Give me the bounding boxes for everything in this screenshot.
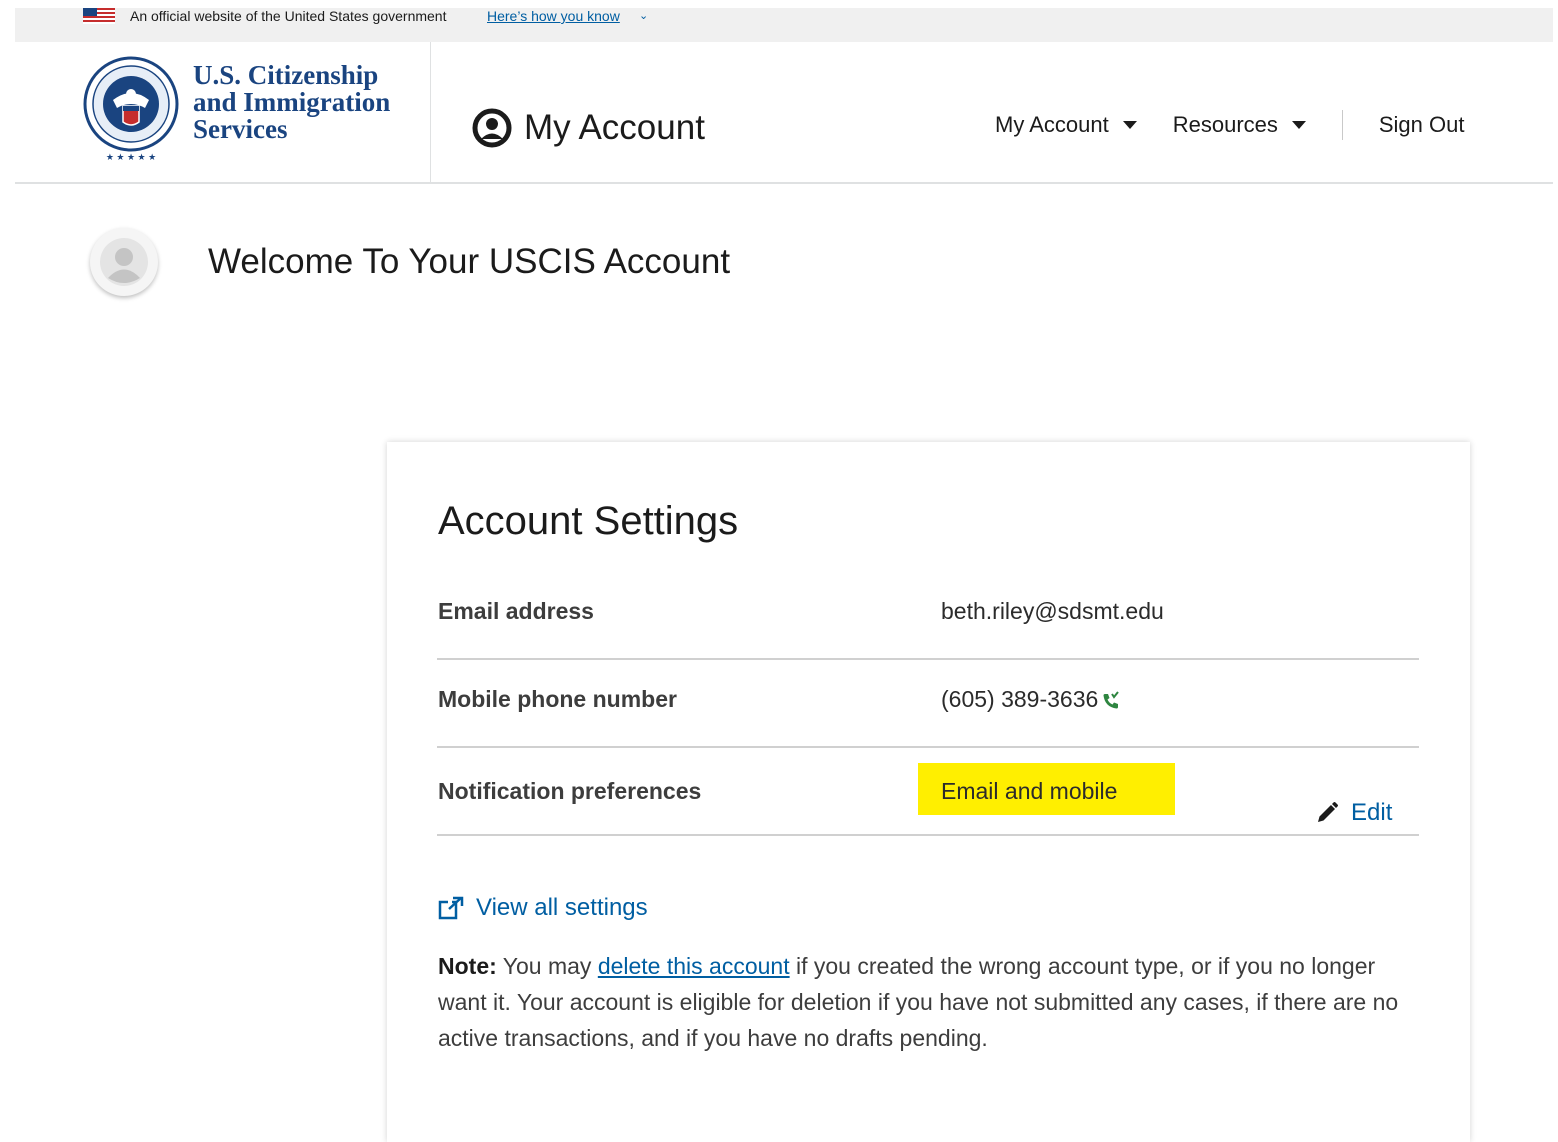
- phone-verified-icon: [1103, 691, 1120, 709]
- nav-separator: [1341, 110, 1343, 140]
- gov-banner-text: An official website of the United States…: [130, 8, 447, 24]
- email-row: Email address beth.riley@sdsmt.edu: [437, 572, 1419, 660]
- sign-out-label: Sign Out: [1378, 112, 1465, 137]
- note-pre: You may: [496, 953, 598, 979]
- email-label: Email address: [438, 598, 594, 624]
- avatar: [90, 228, 158, 296]
- us-flag-icon: [83, 8, 115, 24]
- account-settings-card: Account Settings Email address beth.rile…: [387, 442, 1470, 1142]
- agency-name-line1: U.S. Citizenship: [193, 60, 379, 90]
- phone-label: Mobile phone number: [438, 686, 677, 712]
- notification-label: Notification preferences: [438, 778, 702, 804]
- account-settings-title: Account Settings: [438, 499, 739, 543]
- phone-value: (605) 389-3636: [941, 686, 1099, 712]
- heres-how-you-know-link[interactable]: Here’s how you know: [487, 8, 620, 24]
- agency-name-line2: and Immigration: [193, 87, 391, 117]
- edit-notification-button[interactable]: Edit: [1315, 799, 1392, 827]
- view-all-settings-label: View all settings: [476, 894, 648, 921]
- phone-value-wrap: (605) 389-3636: [941, 686, 1121, 713]
- view-all-settings-link[interactable]: View all settings: [438, 894, 648, 922]
- nav-my-account-label: My Account: [995, 112, 1109, 137]
- app-title-text: My Account: [524, 108, 705, 147]
- caret-down-icon: [1122, 121, 1137, 129]
- chevron-down-icon[interactable]: ⌄: [639, 8, 648, 24]
- agency-name-line3: Services: [193, 114, 288, 144]
- delete-account-note: Note: You may delete this account if you…: [438, 948, 1428, 1056]
- user-circle-icon: [472, 108, 512, 148]
- dhs-seal-logo[interactable]: ★ ★ ★ ★ ★: [83, 56, 181, 166]
- edit-label: Edit: [1351, 799, 1393, 826]
- gov-banner: An official website of the United States…: [15, 8, 1553, 42]
- note-label: Note:: [438, 953, 497, 979]
- header-divider: [430, 42, 431, 184]
- sign-out-link[interactable]: Sign Out: [1379, 112, 1465, 138]
- nav-resources[interactable]: Resources: [1173, 112, 1306, 138]
- site-header: ★ ★ ★ ★ ★ U.S. Citizenship and Immigrati…: [15, 42, 1553, 184]
- pencil-icon: [1318, 802, 1338, 822]
- notification-value: Email and mobile: [941, 778, 1118, 804]
- caret-down-icon: [1291, 121, 1306, 129]
- email-value: beth.riley@sdsmt.edu: [941, 598, 1164, 624]
- nav-resources-label: Resources: [1172, 112, 1278, 137]
- app-title: My Account: [472, 106, 705, 150]
- phone-row: Mobile phone number (605) 389-3636: [437, 660, 1419, 748]
- delete-account-link[interactable]: delete this account: [598, 953, 790, 979]
- agency-name[interactable]: U.S. Citizenship and Immigration Service…: [193, 62, 423, 143]
- external-link-icon: [438, 896, 464, 920]
- main-nav: My Account Resources Sign Out: [995, 110, 1500, 140]
- welcome-title: Welcome To Your USCIS Account: [208, 242, 731, 281]
- notification-row: Notification preferences Email and mobil…: [437, 748, 1419, 836]
- user-avatar-icon: [100, 238, 148, 286]
- svg-text:★ ★ ★ ★ ★: ★ ★ ★ ★ ★: [106, 152, 156, 162]
- nav-my-account[interactable]: My Account: [995, 112, 1137, 138]
